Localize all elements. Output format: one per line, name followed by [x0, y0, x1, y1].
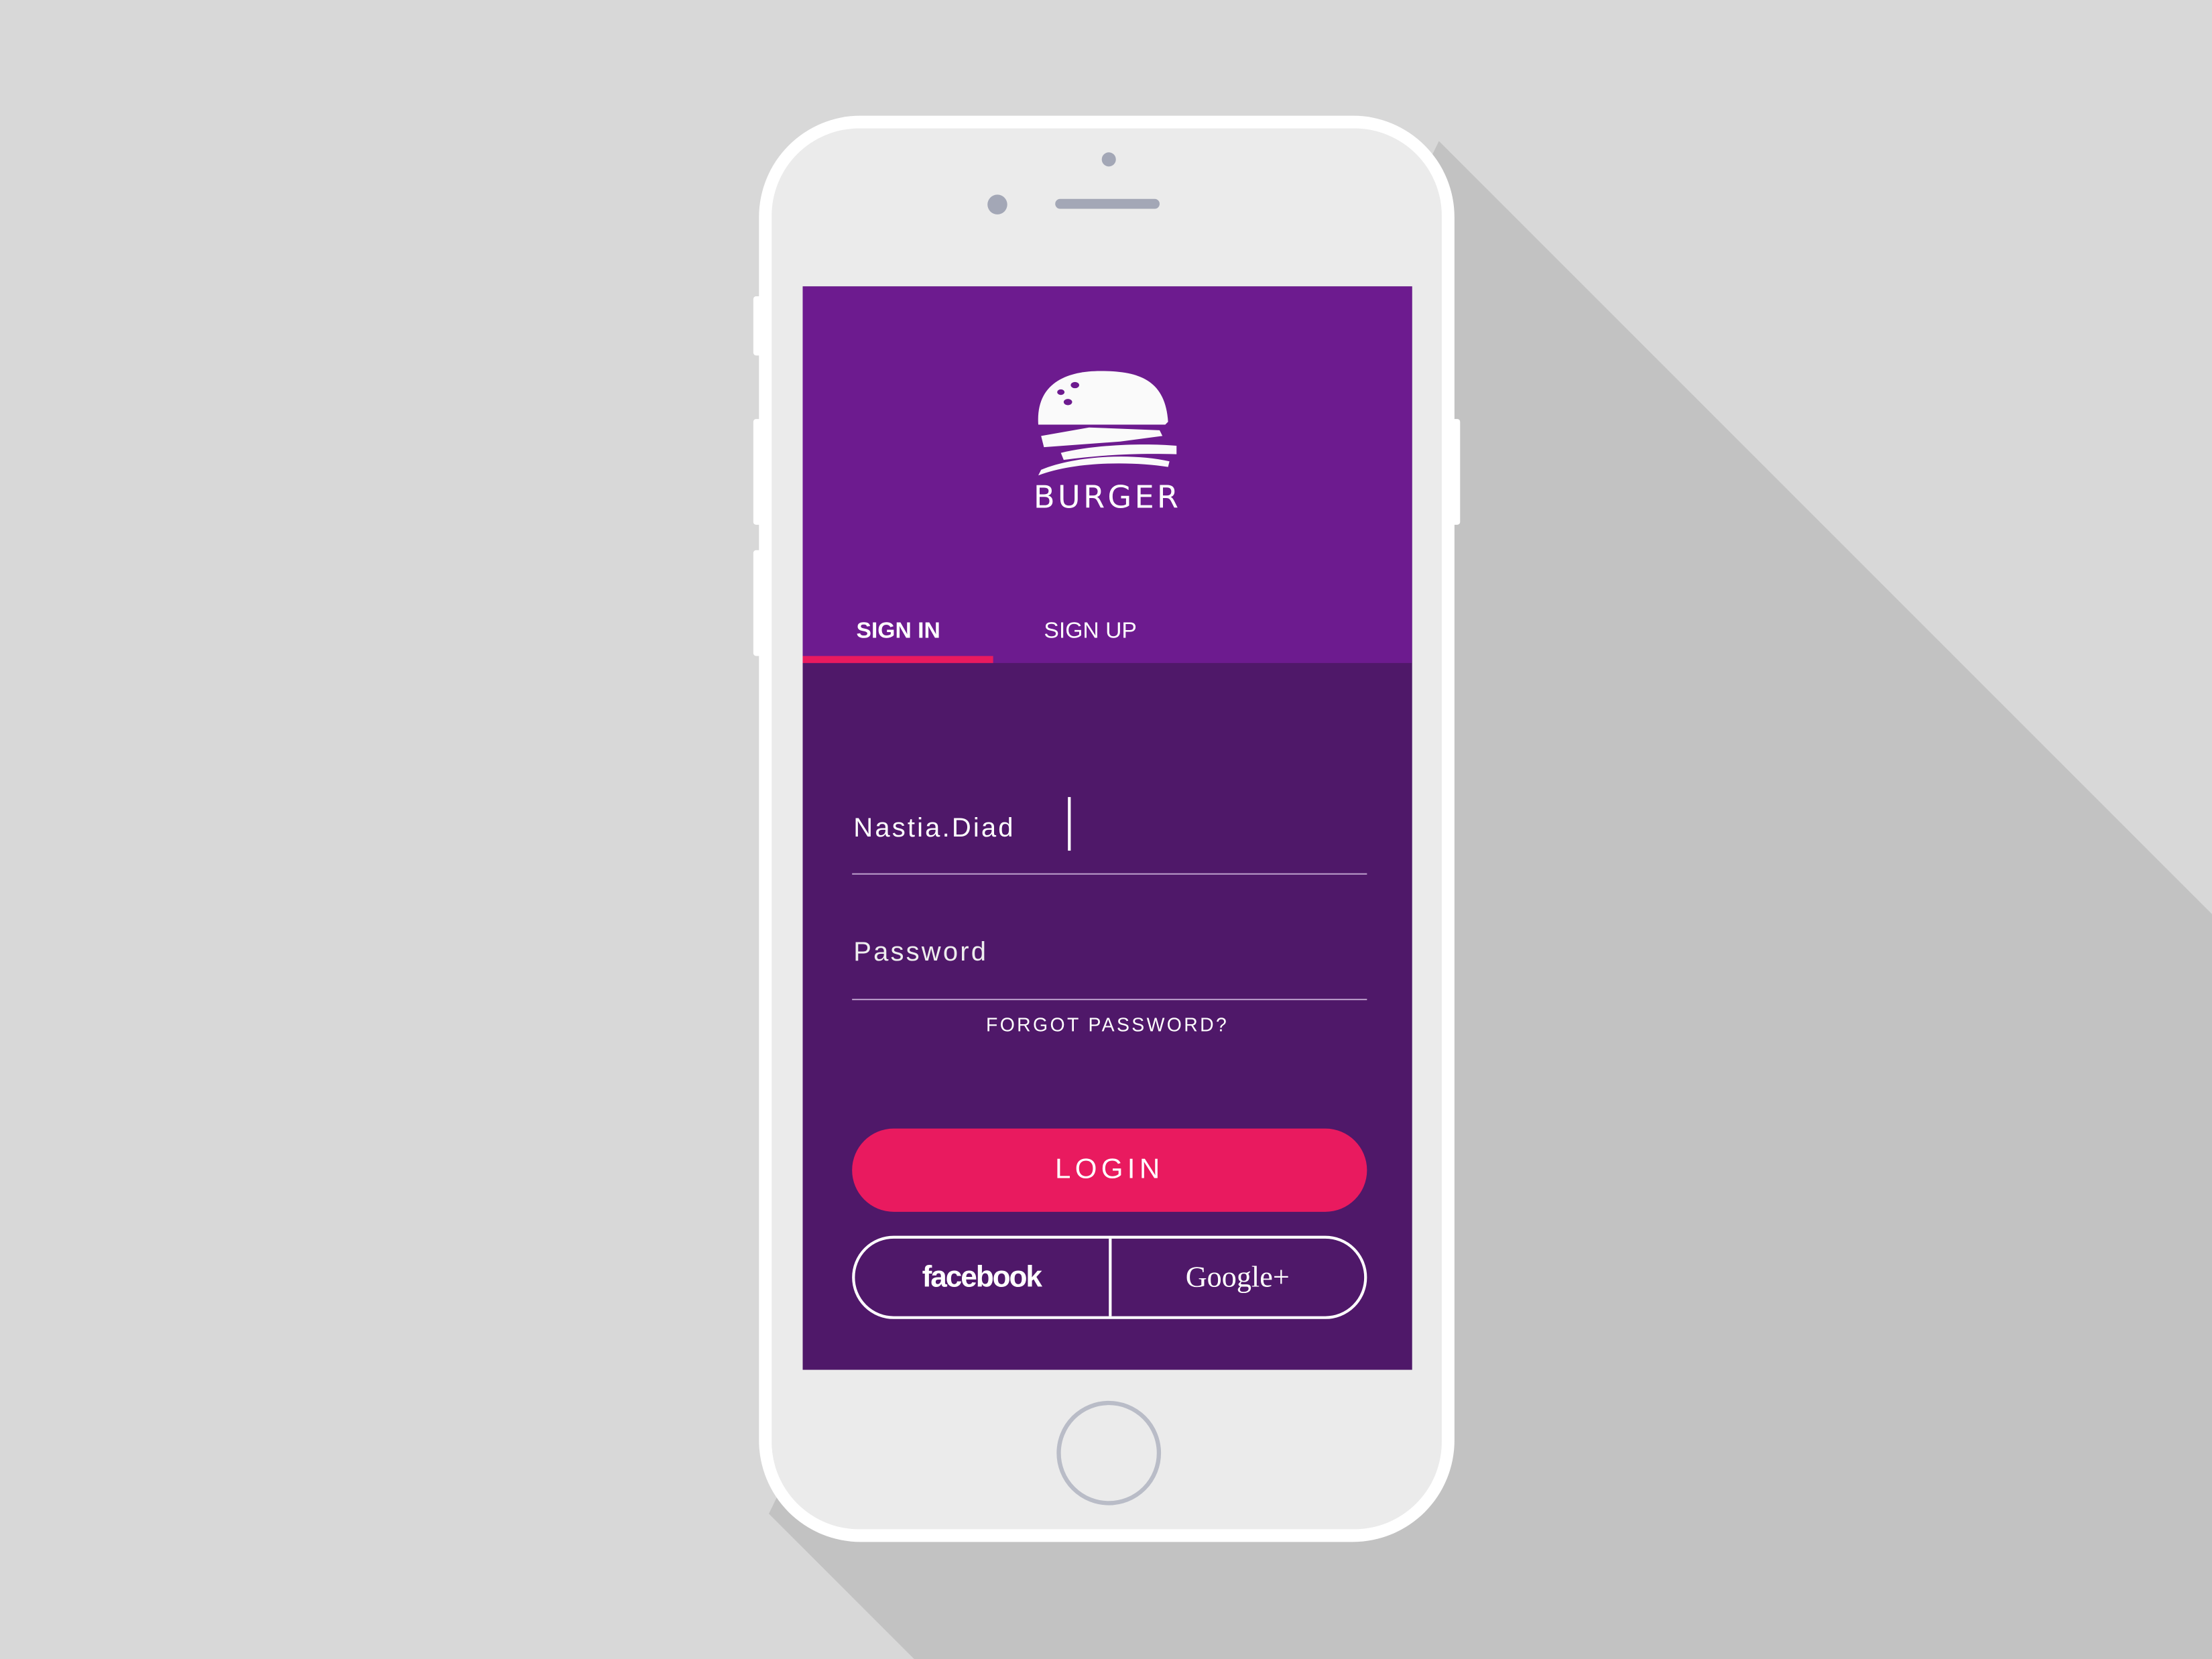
facebook-login-button[interactable]: facebook — [855, 1238, 1111, 1316]
password-underline — [852, 999, 1367, 1001]
brand-name: BURGER — [1033, 481, 1182, 517]
login-button[interactable]: LOGIN — [852, 1128, 1367, 1212]
tab-sign-up[interactable]: SIGN UP — [1044, 619, 1136, 645]
username-input[interactable]: Nastia.Diad — [853, 814, 1015, 845]
app-screen: BURGER SIGN IN SIGN UP Nastia.Diad Passw… — [802, 286, 1412, 1370]
social-login-group: facebook Google+ — [852, 1235, 1367, 1319]
tab-sign-in[interactable]: SIGN IN — [856, 619, 940, 645]
forgot-password-link[interactable]: FORGOT PASSWORD? — [803, 1014, 1412, 1036]
mockup-stage: BURGER SIGN IN SIGN UP Nastia.Diad Passw… — [0, 0, 2212, 1659]
sensor-dot — [1101, 152, 1116, 167]
username-underline — [852, 873, 1367, 875]
burger-icon — [1038, 371, 1177, 476]
active-tab-indicator — [802, 656, 993, 664]
app-header: BURGER SIGN IN SIGN UP — [802, 286, 1412, 664]
home-button[interactable] — [1056, 1400, 1162, 1506]
password-input[interactable]: Password — [853, 938, 988, 969]
front-camera — [987, 194, 1007, 214]
google-plus-login-button[interactable]: Google+ — [1111, 1239, 1364, 1316]
text-cursor — [1068, 797, 1071, 851]
speaker — [1055, 198, 1160, 209]
